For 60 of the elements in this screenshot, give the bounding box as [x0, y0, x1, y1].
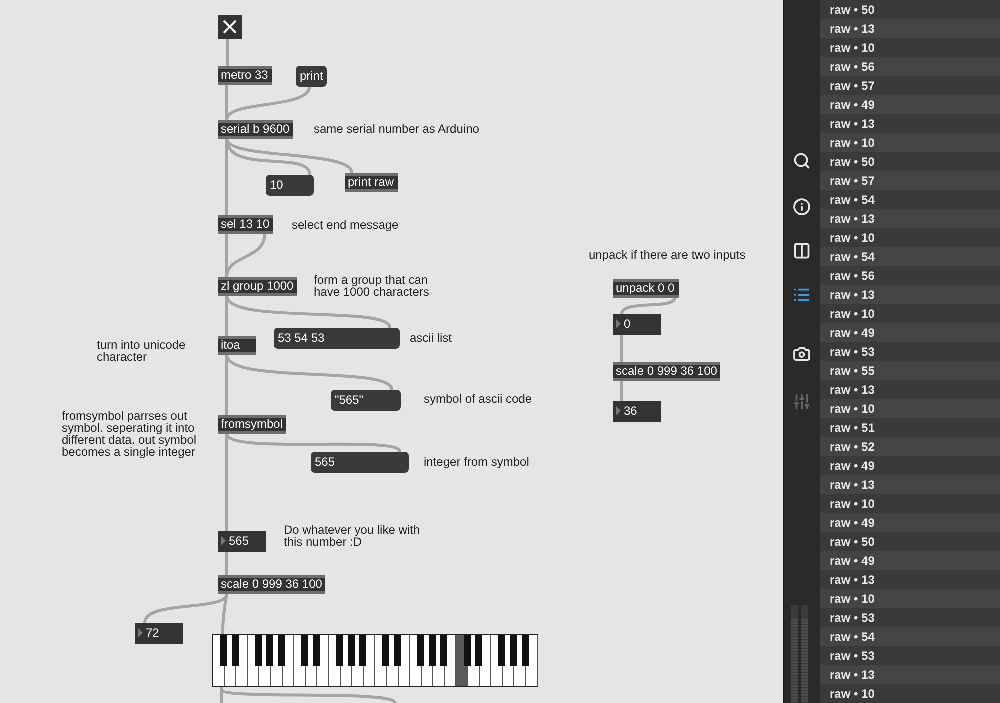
- number-box[interactable]: 72: [135, 623, 183, 644]
- comment: select end message: [292, 219, 399, 231]
- x-icon: [222, 19, 238, 35]
- patch-cord: [226, 552, 228, 575]
- message-box[interactable]: 565: [311, 452, 409, 473]
- console-row: raw • 55: [820, 361, 1000, 380]
- comment: fromsymbol parrses out symbol. seperating it into different data. out symbol becomes a single integer: [62, 410, 197, 458]
- patch-cord: [620, 381, 624, 401]
- number-box[interactable]: 36: [613, 401, 661, 422]
- object-box[interactable]: scale 0 999 36 100: [218, 575, 326, 594]
- object-box[interactable]: print raw: [345, 173, 398, 192]
- comment: Do whatever you like with this number :D: [284, 524, 420, 548]
- message-box[interactable]: "565": [331, 390, 401, 411]
- object-box[interactable]: itoa: [218, 336, 256, 355]
- object-box[interactable]: zl group 1000: [218, 277, 297, 296]
- object-box[interactable]: unpack 0 0: [613, 279, 679, 298]
- comment: same serial number as Arduino: [314, 123, 480, 135]
- console-row: raw • 10: [820, 589, 1000, 608]
- comment: turn into unicode character: [97, 339, 186, 363]
- console-row: raw • 49: [820, 513, 1000, 532]
- object-box[interactable]: metro 33: [218, 66, 272, 85]
- object-box[interactable]: sel 13 10: [218, 215, 273, 234]
- console-row: raw • 13: [820, 209, 1000, 228]
- console-row: raw • 13: [820, 19, 1000, 38]
- message-box[interactable]: 10: [266, 175, 314, 196]
- message-box[interactable]: 53 54 53: [274, 328, 400, 349]
- console-row: raw • 54: [820, 247, 1000, 266]
- console-row: raw • 10: [820, 133, 1000, 152]
- patch-cord: [226, 39, 230, 66]
- console-row: raw • 52: [820, 437, 1000, 456]
- console-row: raw • 49: [820, 323, 1000, 342]
- console-row: raw • 49: [820, 95, 1000, 114]
- list-icon[interactable]: [792, 286, 810, 304]
- comment: form a group that can have 1000 characters: [314, 274, 430, 298]
- comment: unpack if there are two inputs: [589, 249, 746, 261]
- console-row: raw • 49: [820, 551, 1000, 570]
- object-box[interactable]: serial b 9600: [218, 120, 293, 139]
- search-icon[interactable]: [792, 152, 810, 170]
- console-row: raw • 56: [820, 57, 1000, 76]
- console-row: raw • 13: [820, 665, 1000, 684]
- console-row: raw • 57: [820, 171, 1000, 190]
- number-box[interactable]: 565: [218, 531, 266, 552]
- number-box[interactable]: 0: [613, 314, 661, 335]
- piano-keyboard[interactable]: [212, 634, 538, 687]
- console-row: raw • 13: [820, 285, 1000, 304]
- patch-cord: [620, 335, 624, 362]
- toggle[interactable]: [218, 15, 242, 39]
- columns-icon[interactable]: [792, 242, 810, 260]
- console-row: raw • 13: [820, 475, 1000, 494]
- console-row: raw • 10: [820, 399, 1000, 418]
- camera-icon[interactable]: [792, 345, 810, 363]
- comment: integer from symbol: [424, 456, 530, 468]
- comment: ascii list: [410, 332, 452, 344]
- object-box[interactable]: scale 0 999 36 100: [613, 362, 720, 381]
- patch-cord: [620, 297, 676, 314]
- console-row: raw • 54: [820, 627, 1000, 646]
- comment: symbol of ascii code: [424, 393, 532, 405]
- object-box[interactable]: fromsymbol: [218, 415, 286, 434]
- info-icon[interactable]: [792, 198, 810, 216]
- message-box[interactable]: print: [296, 66, 328, 87]
